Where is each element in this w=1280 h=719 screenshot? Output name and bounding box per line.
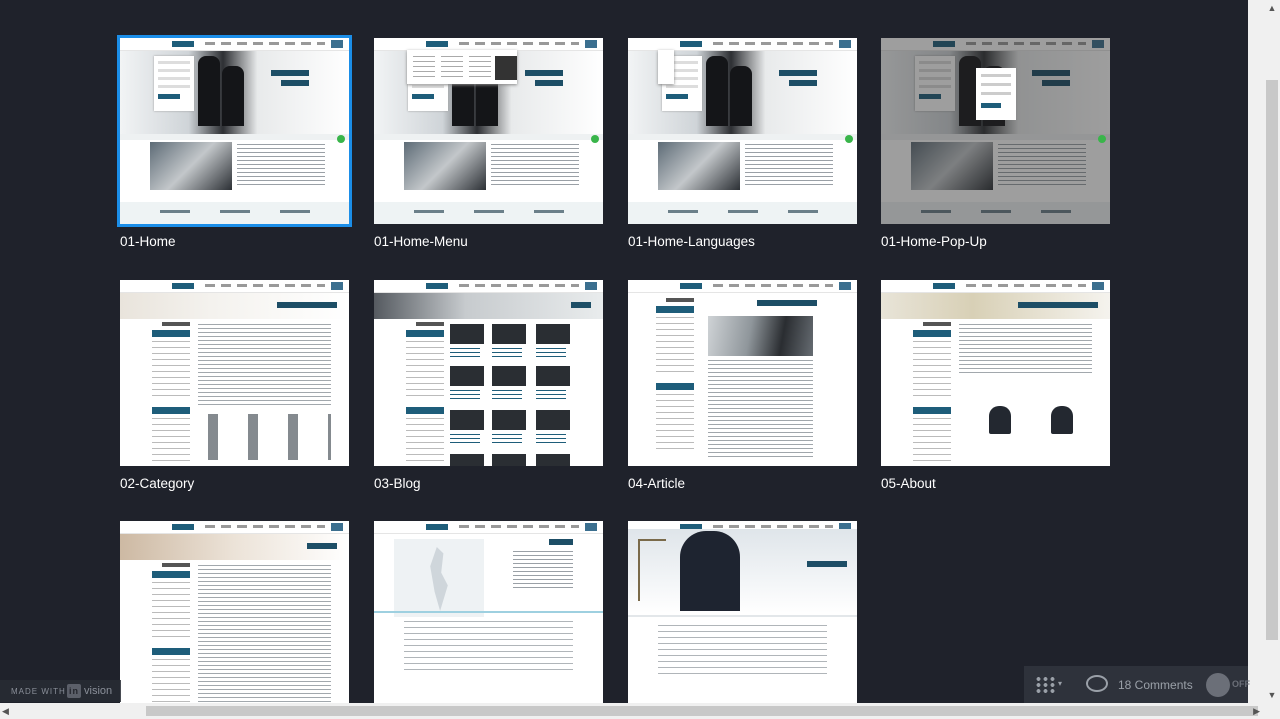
scroll-up-icon[interactable]: ▲ xyxy=(1264,0,1280,16)
screen-card-home-popup[interactable]: 01-Home-Pop-Up xyxy=(881,38,1110,249)
toggle-state-label: OFF xyxy=(1232,679,1250,689)
screens-grid: 01-Home 01-Home-Menu 01-Home-Languages 0… xyxy=(0,0,1248,703)
vertical-scrollbar[interactable]: ▲ ▼ xyxy=(1248,0,1280,703)
screen-card-home-menu[interactable]: 01-Home-Menu xyxy=(374,38,603,249)
screen-thumbnail[interactable] xyxy=(117,35,352,227)
screen-thumbnail[interactable] xyxy=(374,280,603,466)
comments-count[interactable]: 18 Comments xyxy=(1118,678,1193,692)
screen-card-about[interactable]: 05-About xyxy=(881,280,1110,491)
screen-thumbnail[interactable] xyxy=(120,521,349,703)
screen-title[interactable]: 01-Home-Menu xyxy=(374,234,468,249)
screen-title[interactable]: 01-Home-Languages xyxy=(628,234,755,249)
screen-thumbnail[interactable] xyxy=(628,521,857,703)
screen-card-article[interactable]: 04-Article xyxy=(628,280,857,491)
chevron-down-icon[interactable]: ▾ xyxy=(1058,679,1062,688)
screen-card-thank-you[interactable] xyxy=(628,521,857,703)
screen-thumbnail[interactable] xyxy=(374,521,603,703)
screen-thumbnail[interactable] xyxy=(881,280,1110,466)
screen-title[interactable]: 01-Home-Pop-Up xyxy=(881,234,987,249)
screen-card-blog[interactable]: 03-Blog xyxy=(374,280,603,491)
comments-toggle[interactable]: OFF xyxy=(1206,672,1250,698)
screen-title[interactable]: 03-Blog xyxy=(374,476,421,491)
bottom-toolbar: ▾ 18 Comments OFF xyxy=(1024,666,1250,703)
screen-thumbnail[interactable] xyxy=(120,280,349,466)
invision-wordmark: vision xyxy=(84,685,113,697)
screen-title[interactable]: 01-Home xyxy=(120,234,176,249)
scroll-down-icon[interactable]: ▼ xyxy=(1264,687,1280,703)
scrollbar-thumb[interactable] xyxy=(146,706,1258,716)
toggle-knob[interactable] xyxy=(1206,673,1230,697)
made-with-label: MADE WITH xyxy=(11,687,66,696)
scroll-left-icon[interactable]: ◀ xyxy=(2,703,9,719)
screen-card-home[interactable]: 01-Home xyxy=(117,35,352,249)
screen-thumbnail[interactable] xyxy=(628,280,857,466)
screen-card-services[interactable] xyxy=(120,521,349,703)
screen-card-category[interactable]: 02-Category xyxy=(120,280,349,491)
invision-logo-icon: in xyxy=(67,684,81,698)
made-with-invision-badge[interactable]: MADE WITH in vision xyxy=(0,680,121,702)
scroll-right-icon[interactable]: ▶ xyxy=(1253,703,1260,719)
screen-title[interactable]: 05-About xyxy=(881,476,936,491)
screen-title[interactable]: 02-Category xyxy=(120,476,194,491)
comment-bubble-icon[interactable] xyxy=(1086,675,1108,692)
screen-card-home-languages[interactable]: 01-Home-Languages xyxy=(628,38,857,249)
screen-card-contact[interactable] xyxy=(374,521,603,703)
screen-thumbnail[interactable] xyxy=(374,38,603,224)
screen-title[interactable]: 04-Article xyxy=(628,476,685,491)
grid-icon[interactable] xyxy=(1035,676,1055,694)
scrollbar-thumb[interactable] xyxy=(1266,80,1278,640)
screen-thumbnail[interactable] xyxy=(881,38,1110,224)
screen-thumbnail[interactable] xyxy=(628,38,857,224)
horizontal-scrollbar[interactable]: ◀ ▶ xyxy=(0,703,1280,719)
